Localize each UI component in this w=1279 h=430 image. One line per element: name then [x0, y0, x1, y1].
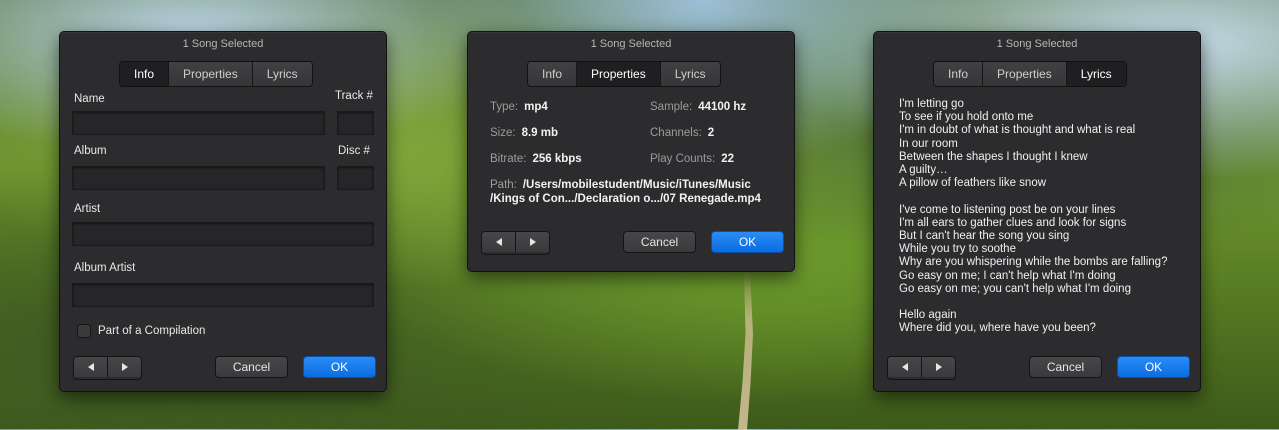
lyrics-panel: 1 Song Selected Info Properties Lyrics I…: [873, 31, 1201, 392]
lyric-line: [899, 190, 1204, 203]
lyric-line: Go easy on me; you can't help what I'm d…: [899, 282, 1131, 295]
lyric-line: A pillow of feathers like snow: [899, 177, 1047, 190]
playcount-value: 22: [721, 153, 734, 165]
lyric-line: While you try to soothe: [899, 243, 1016, 256]
triangle-left-icon: [495, 238, 502, 246]
lyrics-text[interactable]: I'm letting go To see if you hold onto m…: [899, 98, 1204, 336]
disc-field[interactable]: [337, 166, 374, 190]
properties-panel: 1 Song Selected Info Properties Lyrics T…: [467, 31, 795, 272]
path-key: Path:: [490, 179, 517, 191]
lyric-line: I'm in doubt of what is thought and what…: [899, 124, 1136, 137]
lyric-line: But I can't hear the song you sing: [899, 230, 1070, 243]
lyric-line: I'm letting go: [899, 98, 964, 110]
track-label: Track #: [335, 90, 373, 102]
triangle-right-icon: [529, 238, 536, 246]
track-nav: [481, 231, 550, 255]
tab-properties[interactable]: Properties: [983, 62, 1067, 86]
tab-lyrics[interactable]: Lyrics: [252, 62, 312, 86]
sample-value: 44100 hz: [698, 101, 747, 113]
lyric-line: I'm all ears to gather clues and look fo…: [899, 216, 1127, 229]
lyric-line: Why are you whispering while the bombs a…: [899, 256, 1168, 269]
channels-value: 2: [707, 127, 715, 139]
bitrate-key: Bitrate:: [490, 153, 527, 165]
tab-bar: Info Properties Lyrics: [119, 61, 313, 87]
next-button[interactable]: [516, 232, 549, 252]
name-field[interactable]: [72, 111, 325, 135]
tab-info[interactable]: Info: [528, 62, 578, 86]
disc-label: Disc #: [338, 145, 370, 157]
previous-button[interactable]: [74, 357, 108, 377]
tab-lyrics[interactable]: Lyrics: [660, 62, 720, 86]
tab-lyrics[interactable]: Lyrics: [1066, 62, 1126, 86]
tab-properties[interactable]: Properties: [577, 62, 661, 86]
lyric-line: Where did you, where have you been?: [899, 322, 1096, 335]
tab-info[interactable]: Info: [120, 62, 170, 86]
name-label: Name: [74, 93, 105, 105]
artist-label: Artist: [74, 203, 101, 215]
panel-title: 1 Song Selected: [590, 38, 672, 50]
previous-button[interactable]: [888, 357, 922, 377]
channels-row: Channels: 2: [650, 127, 714, 139]
triangle-right-icon: [935, 363, 942, 371]
channels-key: Channels:: [650, 127, 702, 139]
compilation-checkbox[interactable]: [77, 324, 91, 338]
playcount-row: Play Counts: 22: [650, 153, 734, 165]
type-value: mp4: [524, 101, 548, 113]
triangle-left-icon: [87, 363, 94, 371]
sample-row: Sample: 44100 hz: [650, 101, 746, 113]
tab-bar: Info Properties Lyrics: [527, 61, 721, 87]
size-value: 8.9 mb: [521, 127, 559, 139]
cancel-button[interactable]: Cancel: [1029, 356, 1102, 378]
next-button[interactable]: [108, 357, 141, 377]
track-field[interactable]: [337, 111, 374, 135]
lyric-line: Go easy on me; I can't help what I'm doi…: [899, 269, 1116, 282]
previous-button[interactable]: [482, 232, 516, 252]
lyric-line: Between the shapes I thought I knew: [899, 150, 1088, 163]
path-row: Path: /Users/mobilestudent/Music/iTunes/M…: [490, 178, 751, 192]
next-button[interactable]: [922, 357, 955, 377]
compilation-label: Part of a Compilation: [98, 325, 206, 337]
type-row: Type: mp4: [490, 101, 548, 113]
lyric-line: [899, 296, 1204, 309]
playcount-key: Play Counts:: [650, 153, 716, 165]
panel-title: 1 Song Selected: [996, 38, 1078, 50]
panel-title: 1 Song Selected: [182, 38, 264, 50]
path-row-2: /Kings of Con.../Declaration o.../07 Ren…: [490, 192, 761, 206]
lyric-line: A guilty…: [899, 164, 948, 177]
lyric-line: I've come to listening post be on your l…: [899, 203, 1116, 216]
path-value-line1: /Users/mobilestudent/Music/iTunes/Music: [522, 179, 751, 191]
info-panel: 1 Song Selected Info Properties Lyrics N…: [59, 31, 387, 392]
ok-button[interactable]: OK: [303, 356, 376, 378]
track-nav: [73, 356, 142, 380]
artist-field[interactable]: [72, 222, 374, 246]
album-field[interactable]: [72, 166, 325, 190]
album-artist-field[interactable]: [72, 283, 374, 307]
tab-properties[interactable]: Properties: [169, 62, 253, 86]
album-artist-label: Album Artist: [74, 262, 136, 274]
bitrate-row: Bitrate: 256 kbps: [490, 153, 582, 165]
triangle-right-icon: [121, 363, 128, 371]
sample-key: Sample:: [650, 101, 693, 113]
tab-bar: Info Properties Lyrics: [933, 61, 1127, 87]
size-key: Size:: [490, 127, 516, 139]
lyric-line: To see if you hold onto me: [899, 111, 1034, 124]
track-nav: [887, 356, 956, 380]
album-label: Album: [74, 145, 107, 157]
wallpaper-trail: [738, 270, 753, 430]
path-value-line2: /Kings of Con.../Declaration o.../07 Ren…: [490, 193, 761, 205]
size-row: Size: 8.9 mb: [490, 127, 558, 139]
cancel-button[interactable]: Cancel: [215, 356, 288, 378]
lyric-line: Hello again: [899, 309, 957, 322]
type-key: Type:: [490, 101, 519, 113]
triangle-left-icon: [901, 363, 908, 371]
bitrate-value: 256 kbps: [532, 153, 582, 165]
lyric-line: In our room: [899, 137, 958, 150]
cancel-button[interactable]: Cancel: [623, 231, 696, 253]
ok-button[interactable]: OK: [711, 231, 784, 253]
tab-info[interactable]: Info: [934, 62, 984, 86]
ok-button[interactable]: OK: [1117, 356, 1190, 378]
